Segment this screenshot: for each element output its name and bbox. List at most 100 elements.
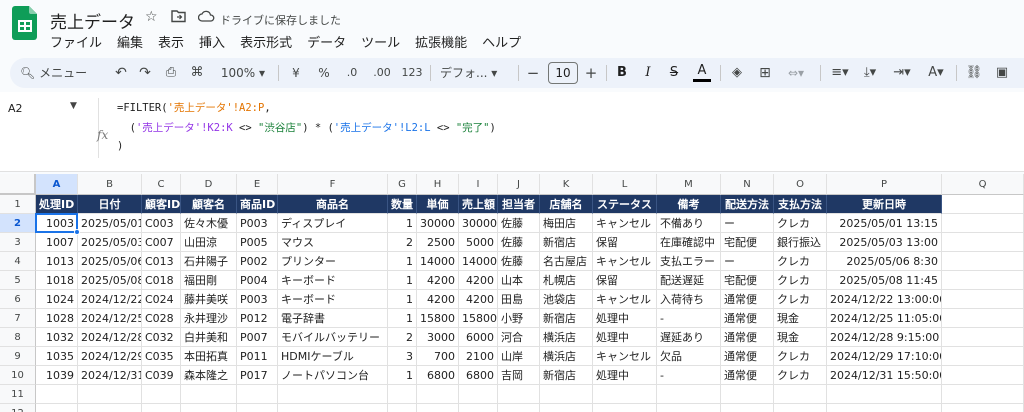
table-cell[interactable]: 2024/12/31 15:50:00: [827, 366, 942, 385]
table-cell[interactable]: 14000: [417, 252, 459, 271]
column-header[interactable]: B: [78, 174, 142, 195]
table-cell[interactable]: ー: [721, 252, 774, 271]
cloud-saved-icon[interactable]: [197, 10, 215, 26]
spreadsheet-grid[interactable]: ABCDEFGHIJKLMNOPQ123456789101112処理ID日付顧客…: [0, 174, 1024, 412]
header-cell[interactable]: 備考: [657, 195, 721, 214]
menu-item[interactable]: ファイル: [50, 32, 109, 51]
text-rotation-icon[interactable]: A▾: [922, 58, 950, 88]
table-cell[interactable]: P003: [237, 290, 278, 309]
menu-item[interactable]: 挿入: [199, 32, 232, 51]
table-cell[interactable]: クレカ: [774, 290, 827, 309]
table-cell[interactable]: [540, 385, 593, 404]
table-cell[interactable]: 2024/12/25: [78, 309, 142, 328]
redo-icon[interactable]: ↷: [136, 58, 154, 88]
table-cell[interactable]: 藤井美咲: [181, 290, 237, 309]
table-cell[interactable]: 14000: [459, 252, 498, 271]
undo-icon[interactable]: ↶: [112, 58, 130, 88]
table-cell[interactable]: 白井美和: [181, 328, 237, 347]
italic-button[interactable]: I: [640, 58, 656, 88]
move-folder-icon[interactable]: [171, 9, 186, 27]
table-cell[interactable]: 本田拓真: [181, 347, 237, 366]
document-title[interactable]: 売上データ: [50, 8, 135, 33]
table-cell[interactable]: [942, 271, 1024, 290]
vertical-align-icon[interactable]: ⤓▾: [858, 58, 882, 88]
table-cell[interactable]: 現金: [774, 309, 827, 328]
table-cell[interactable]: 山田涼: [181, 233, 237, 252]
table-cell[interactable]: 2025/05/06 8:30: [827, 252, 942, 271]
table-cell[interactable]: 札幌店: [540, 271, 593, 290]
header-cell[interactable]: 顧客名: [181, 195, 237, 214]
table-cell[interactable]: 2025/05/03 13:00: [827, 233, 942, 252]
table-cell[interactable]: 15800: [417, 309, 459, 328]
table-cell[interactable]: [774, 385, 827, 404]
table-cell[interactable]: C035: [142, 347, 181, 366]
table-cell[interactable]: 2024/12/28: [78, 328, 142, 347]
table-cell[interactable]: 処理中: [593, 328, 657, 347]
table-cell[interactable]: C013: [142, 252, 181, 271]
table-cell[interactable]: [142, 385, 181, 404]
table-cell[interactable]: 永井理沙: [181, 309, 237, 328]
table-cell[interactable]: [593, 385, 657, 404]
table-cell[interactable]: [142, 404, 181, 412]
paint-format-icon[interactable]: ⌘: [188, 58, 206, 88]
table-cell[interactable]: 30000: [459, 214, 498, 233]
table-cell[interactable]: P004: [237, 271, 278, 290]
header-cell[interactable]: 処理ID: [36, 195, 78, 214]
table-cell[interactable]: [827, 404, 942, 412]
row-header[interactable]: 2: [0, 214, 36, 233]
column-header[interactable]: H: [417, 174, 459, 195]
table-cell[interactable]: [388, 385, 417, 404]
table-cell[interactable]: 2024/12/22: [78, 290, 142, 309]
table-cell[interactable]: クレカ: [774, 252, 827, 271]
table-cell[interactable]: [942, 328, 1024, 347]
table-cell[interactable]: 1: [388, 309, 417, 328]
table-cell[interactable]: C007: [142, 233, 181, 252]
table-cell[interactable]: 2024/12/25 11:05:00: [827, 309, 942, 328]
table-cell[interactable]: 通常便: [721, 309, 774, 328]
decrease-decimal-button[interactable]: .0: [342, 58, 362, 88]
table-cell[interactable]: ディスプレイ: [278, 214, 388, 233]
text-color-button[interactable]: A: [693, 58, 711, 82]
table-cell[interactable]: 山岸: [498, 347, 540, 366]
strikethrough-button[interactable]: S: [666, 58, 682, 88]
table-cell[interactable]: [540, 404, 593, 412]
table-cell[interactable]: 佐藤: [498, 252, 540, 271]
table-cell[interactable]: 1035: [36, 347, 78, 366]
table-cell[interactable]: キーボード: [278, 271, 388, 290]
table-cell[interactable]: [459, 385, 498, 404]
table-cell[interactable]: [721, 404, 774, 412]
table-cell[interactable]: [942, 252, 1024, 271]
table-cell[interactable]: 1024: [36, 290, 78, 309]
table-cell[interactable]: [78, 385, 142, 404]
table-cell[interactable]: P017: [237, 366, 278, 385]
table-cell[interactable]: 1: [388, 290, 417, 309]
row-header[interactable]: 12: [0, 404, 36, 412]
menu-item[interactable]: 表示: [158, 32, 191, 51]
table-cell[interactable]: 2025/05/06: [78, 252, 142, 271]
table-cell[interactable]: 配送遅延: [657, 271, 721, 290]
text-wrapping-icon[interactable]: ⇥▾: [888, 58, 916, 88]
table-cell[interactable]: 6800: [417, 366, 459, 385]
table-cell[interactable]: 通常便: [721, 347, 774, 366]
table-cell[interactable]: HDMIケーブル: [278, 347, 388, 366]
header-cell[interactable]: [942, 195, 1024, 214]
table-cell[interactable]: 2: [388, 328, 417, 347]
table-cell[interactable]: 4200: [459, 290, 498, 309]
table-cell[interactable]: 宅配便: [721, 233, 774, 252]
table-cell[interactable]: ノートパソコン台: [278, 366, 388, 385]
menu-item[interactable]: ツール: [361, 32, 407, 51]
table-cell[interactable]: キャンセル: [593, 347, 657, 366]
column-header[interactable]: D: [181, 174, 237, 195]
table-cell[interactable]: 1018: [36, 271, 78, 290]
table-cell[interactable]: 2: [388, 233, 417, 252]
font-size-decrease-icon[interactable]: −: [526, 58, 540, 88]
table-cell[interactable]: P007: [237, 328, 278, 347]
row-header[interactable]: 7: [0, 309, 36, 328]
row-header[interactable]: 9: [0, 347, 36, 366]
header-cell[interactable]: 商品ID: [237, 195, 278, 214]
table-cell[interactable]: 森本隆之: [181, 366, 237, 385]
table-cell[interactable]: 1007: [36, 233, 78, 252]
borders-icon[interactable]: ⊞: [756, 58, 774, 88]
table-cell[interactable]: [181, 385, 237, 404]
table-cell[interactable]: プリンター: [278, 252, 388, 271]
